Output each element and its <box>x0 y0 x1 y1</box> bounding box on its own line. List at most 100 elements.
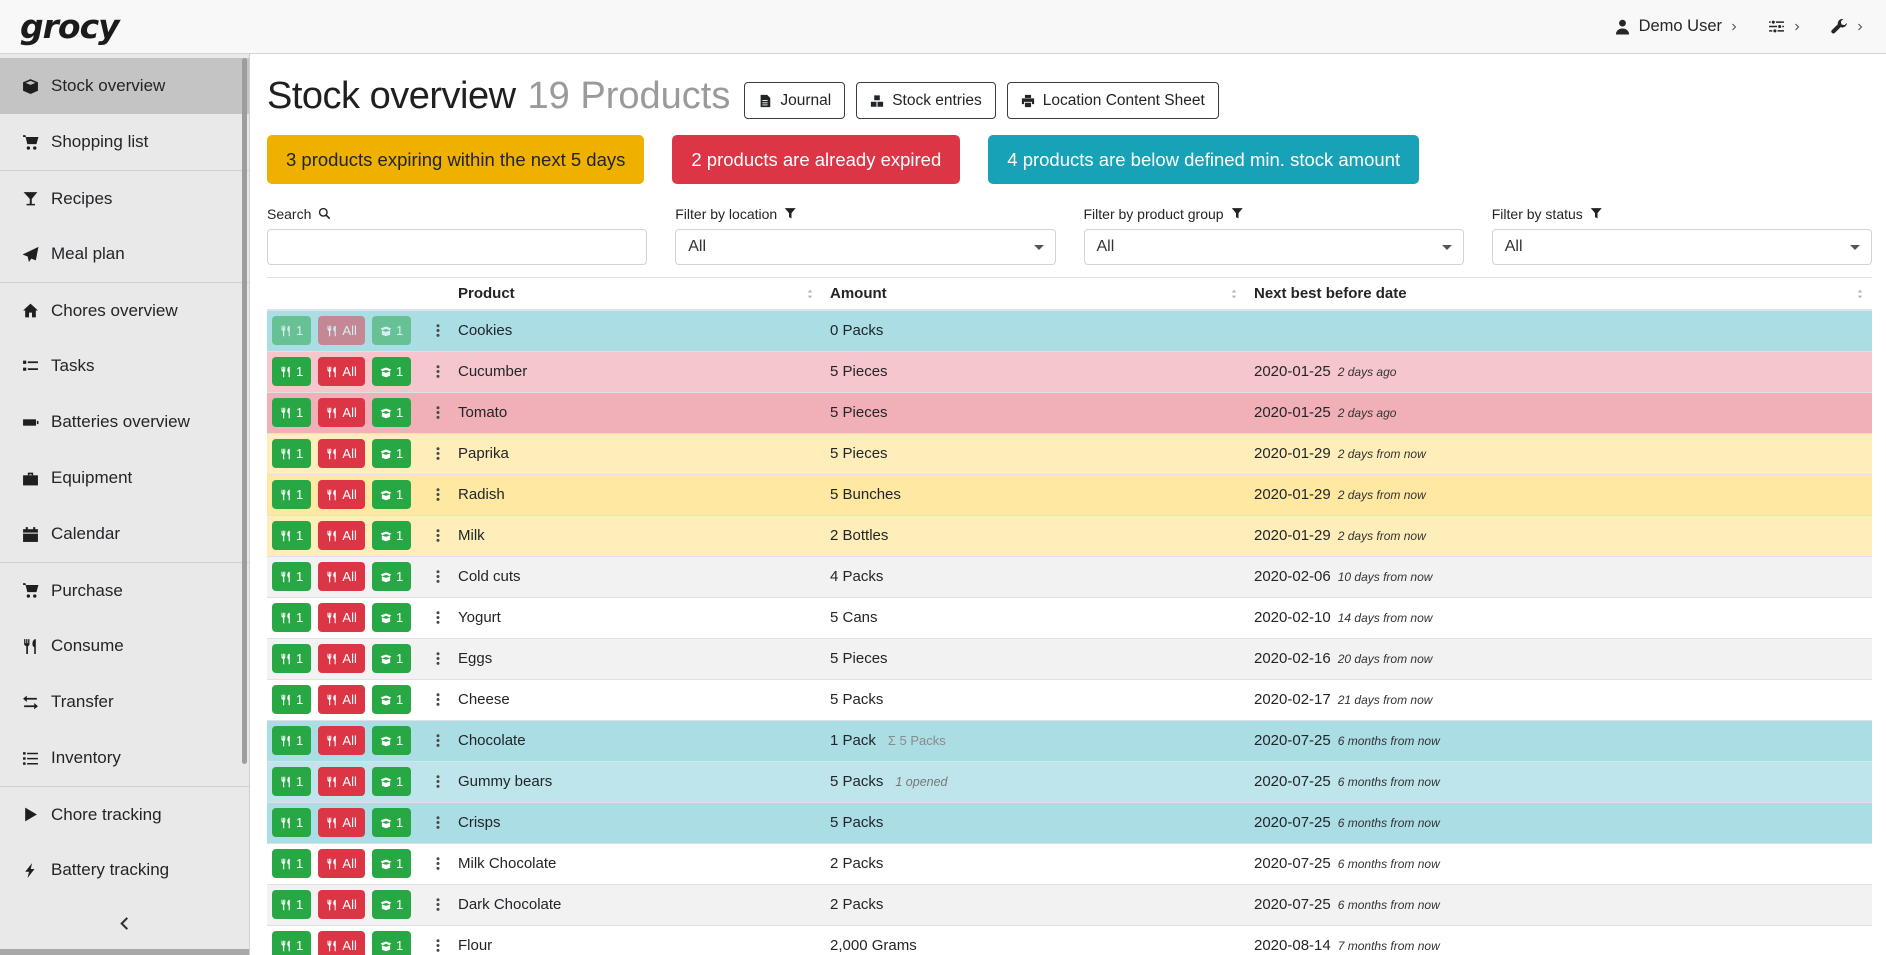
consume-all-button[interactable]: All <box>318 644 364 673</box>
consume-all-button[interactable]: All <box>318 480 364 509</box>
row-menu-button[interactable] <box>426 608 450 627</box>
consume-all-button[interactable]: All <box>318 439 364 468</box>
row-menu-button[interactable] <box>426 403 450 422</box>
open-one-button[interactable]: 1 <box>372 603 411 632</box>
open-one-button[interactable]: 1 <box>372 357 411 386</box>
open-one-button[interactable]: 1 <box>372 767 411 796</box>
row-menu-button[interactable] <box>426 362 450 381</box>
sidebar-item-tasks[interactable]: Tasks <box>0 338 249 394</box>
app-logo[interactable]: grocy <box>20 7 119 46</box>
sidebar-item-inventory[interactable]: Inventory <box>0 730 249 786</box>
consume-one-button[interactable]: 1 <box>272 767 311 796</box>
row-menu-button[interactable] <box>426 813 450 832</box>
open-one-button[interactable]: 1 <box>372 480 411 509</box>
open-one-button[interactable]: 1 <box>372 439 411 468</box>
consume-one-button[interactable]: 1 <box>272 849 311 878</box>
consume-all-button[interactable]: All <box>318 808 364 837</box>
open-one-button[interactable]: 1 <box>372 726 411 755</box>
sidebar-collapse-button[interactable] <box>0 903 249 949</box>
row-menu-button[interactable] <box>426 936 450 955</box>
consume-all-button[interactable]: All <box>318 931 364 955</box>
consume-all-button[interactable]: All <box>318 562 364 591</box>
consume-all-button[interactable]: All <box>318 726 364 755</box>
consume-all-button[interactable]: All <box>318 357 364 386</box>
sidebar-item-batteries-overview[interactable]: Batteries overview <box>0 394 249 450</box>
row-menu-button[interactable] <box>426 567 450 586</box>
sidebar-item-chore-tracking[interactable]: Chore tracking <box>0 786 249 842</box>
amount-value: 2,000 Grams <box>830 937 917 954</box>
sidebar-item-meal-plan[interactable]: Meal plan <box>0 226 249 282</box>
open-one-button[interactable]: 1 <box>372 562 411 591</box>
row-menu-button[interactable] <box>426 772 450 791</box>
sidebar-item-recipes[interactable]: Recipes <box>0 170 249 226</box>
open-one-button[interactable]: 1 <box>372 685 411 714</box>
consume-one-button[interactable]: 1 <box>272 562 311 591</box>
row-menu-button[interactable] <box>426 485 450 504</box>
open-one-button[interactable]: 1 <box>372 521 411 550</box>
utensils-icon <box>326 899 338 911</box>
consume-all-button[interactable]: All <box>318 685 364 714</box>
consume-all-button[interactable]: All <box>318 521 364 550</box>
sidebar-item-battery-tracking[interactable]: Battery tracking <box>0 842 249 898</box>
row-menu-button[interactable] <box>426 690 450 709</box>
consume-all-button[interactable]: All <box>318 849 364 878</box>
sidebar-item-transfer[interactable]: Transfer <box>0 674 249 730</box>
location-content-sheet-button[interactable]: Location Content Sheet <box>1007 82 1219 119</box>
row-menu-button[interactable] <box>426 731 450 750</box>
sidebar-item-stock-overview[interactable]: Stock overview <box>0 58 249 114</box>
sidebar-item-purchase[interactable]: Purchase <box>0 562 249 618</box>
filter-by-location-select[interactable]: All <box>675 229 1055 265</box>
consume-all-button[interactable]: All <box>318 316 364 345</box>
consume-one-button[interactable]: 1 <box>272 521 311 550</box>
settings-menu-button[interactable] <box>1768 18 1801 35</box>
consume-all-button[interactable]: All <box>318 890 364 919</box>
consume-all-button[interactable]: All <box>318 603 364 632</box>
consume-one-button[interactable]: 1 <box>272 603 311 632</box>
open-one-button[interactable]: 1 <box>372 398 411 427</box>
user-menu-button[interactable]: Demo User <box>1614 17 1738 36</box>
column-header-next-best-before-date[interactable]: Next best before date <box>1246 278 1872 311</box>
open-one-button[interactable]: 1 <box>372 316 411 345</box>
admin-menu-button[interactable] <box>1831 18 1864 35</box>
consume-one-button[interactable]: 1 <box>272 931 311 955</box>
stock-entries-button[interactable]: Stock entries <box>856 82 996 119</box>
column-header-product[interactable]: Product <box>450 278 822 311</box>
consume-one-button[interactable]: 1 <box>272 644 311 673</box>
consume-one-button[interactable]: 1 <box>272 357 311 386</box>
open-one-button[interactable]: 1 <box>372 808 411 837</box>
column-header-amount[interactable]: Amount <box>822 278 1246 311</box>
sidebar-item-shopping-list[interactable]: Shopping list <box>0 114 249 170</box>
consume-one-button[interactable]: 1 <box>272 890 311 919</box>
consume-one-button[interactable]: 1 <box>272 439 311 468</box>
row-menu-button[interactable] <box>426 321 450 340</box>
filter-by-product-group-select[interactable]: All <box>1084 229 1464 265</box>
row-menu-button[interactable] <box>426 854 450 873</box>
consume-one-button[interactable]: 1 <box>272 398 311 427</box>
row-menu-button[interactable] <box>426 649 450 668</box>
consume-one-button[interactable]: 1 <box>272 316 311 345</box>
open-one-button[interactable]: 1 <box>372 931 411 955</box>
consume-one-button[interactable]: 1 <box>272 726 311 755</box>
row-menu-button[interactable] <box>426 895 450 914</box>
sidebar-item-chores-overview[interactable]: Chores overview <box>0 282 249 338</box>
consume-all-button[interactable]: All <box>318 398 364 427</box>
row-menu-button[interactable] <box>426 444 450 463</box>
filter-by-status-select[interactable]: All <box>1492 229 1872 265</box>
consume-one-button[interactable]: 1 <box>272 480 311 509</box>
open-one-button[interactable]: 1 <box>372 890 411 919</box>
journal-button[interactable]: Journal <box>744 82 845 119</box>
row-menu-button[interactable] <box>426 526 450 545</box>
search-input[interactable] <box>267 229 647 265</box>
open-one-button[interactable]: 1 <box>372 644 411 673</box>
open-one-button[interactable]: 1 <box>372 849 411 878</box>
consume-one-button[interactable]: 1 <box>272 685 311 714</box>
consume-all-button[interactable]: All <box>318 767 364 796</box>
sidebar-item-equipment[interactable]: Equipment <box>0 450 249 506</box>
alert-danger[interactable]: 2 products are already expired <box>672 135 960 184</box>
sidebar-item-consume[interactable]: Consume <box>0 618 249 674</box>
consume-one-button[interactable]: 1 <box>272 808 311 837</box>
sidebar-item-calendar[interactable]: Calendar <box>0 506 249 562</box>
alert-warning[interactable]: 3 products expiring within the next 5 da… <box>267 135 644 184</box>
sidebar-scrollbar[interactable] <box>242 58 247 764</box>
alert-info[interactable]: 4 products are below defined min. stock … <box>988 135 1419 184</box>
